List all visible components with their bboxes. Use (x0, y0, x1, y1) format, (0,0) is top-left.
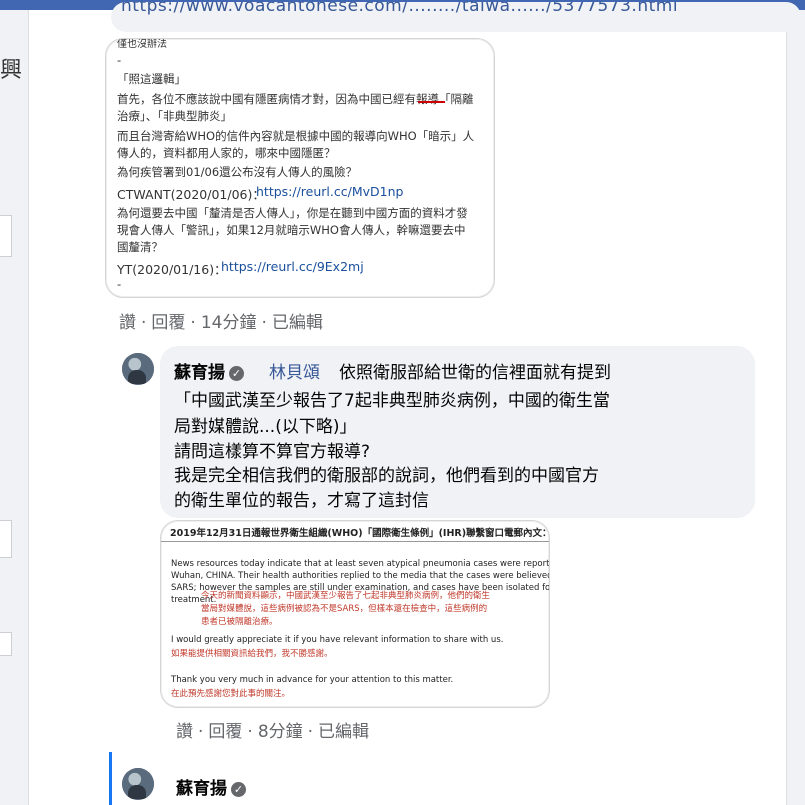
verified-badge-icon: ✓ (229, 366, 244, 381)
right-sidebar-edge (786, 10, 805, 805)
separator-dot: · (141, 313, 147, 333)
edited-label[interactable]: 已編輯 (318, 722, 369, 742)
timestamp-link[interactable]: 14分鐘 (201, 313, 257, 333)
reply-bubble: 蘇育揚 ✓ 林貝頌 依照衛服部給世衛的信裡面就有提到 「中國武漢至少報告了7起非典… (160, 346, 755, 518)
comment-thread: https://www.voacantonese.com/......../ta… (29, 2, 801, 805)
comment-image-screenshot[interactable]: 僅也沒辦法 - 「照這邏輯」 首先，各位不應該說中國有隱匿病情才對，因為中國已經… (105, 38, 495, 298)
image-text-line: - (117, 277, 122, 291)
avatar[interactable] (122, 353, 154, 385)
image-text-line: 國釐清？ (117, 240, 163, 254)
like-button[interactable]: 讚 (176, 722, 193, 742)
image-text-line: 僅也沒辦法 (117, 39, 167, 50)
reply-actions: 讚 · 回覆 · 8分鐘 · 已編輯 (176, 717, 369, 742)
reply-button[interactable]: 回覆 (151, 313, 185, 333)
left-sidebar-edge: 興 (0, 10, 29, 805)
reply-text-line: 請問這樣算不算官方報導? (174, 442, 371, 462)
image-text-line: 為何疾管署到01/06還公布沒有人傳人的風險？ (117, 165, 358, 179)
mention-link[interactable]: 林貝頌 (269, 358, 320, 383)
separator-dot: · (261, 313, 267, 333)
sidebar-partial-glyph: 興 (0, 58, 23, 83)
reply-text-line: 的衛生單位的報告，才寫了這封信 (174, 491, 429, 511)
separator-dot: · (307, 722, 314, 742)
separator-dot: · (198, 722, 204, 742)
image-english-line: I would greatly appreciate it if you hav… (171, 635, 504, 645)
avatar-silhouette (128, 785, 146, 799)
avatar[interactable] (122, 768, 154, 800)
image-text-link: https://reurl.cc/9Ex2mj (221, 259, 364, 274)
image-text-line: 「照這邏輯」 (117, 72, 186, 86)
timestamp-link[interactable]: 8分鐘 (258, 722, 303, 742)
image-text-line: 首先，各位不應該說中國有隱匿病情才對，因為中國已經有報導「隔離 (117, 92, 474, 106)
image-english-line: Thank you very much in advance for your … (171, 675, 454, 685)
image-chinese-line: 如果能提供相關資訊給我們，我不勝感謝。 (171, 649, 333, 659)
red-underline-mark (418, 101, 445, 103)
image-text-line: YT(2020/01/16)： (117, 262, 227, 277)
verified-badge-icon: ✓ (231, 782, 246, 797)
image-chinese-line: 在此預先感謝您對此事的關注。 (171, 689, 291, 699)
image-text-line: - (117, 53, 122, 67)
edited-label[interactable]: 已編輯 (272, 313, 323, 333)
reply-text-line: 「中國武漢至少報告了7起非典型肺炎病例，中國的衛生當 (174, 391, 610, 411)
image-text-line: 而且台灣寄給WHO的信件內容就是根據中國的報導向WHO「暗示」人 (117, 129, 475, 143)
separator-dot: · (190, 313, 196, 333)
comment-actions: 讚 · 回覆 · 14分鐘 · 已編輯 (119, 308, 323, 333)
sidebar-partial-box[interactable] (0, 520, 12, 558)
reply-text-line: 我是完全相信我們的衛服部的說詞，他們看到的中國官方 (174, 466, 599, 486)
image-english-line: News resources today indicate that at le… (171, 559, 550, 569)
image-chinese-line: 當局對媒體說，這些病例被認為不是SARS，但樣本還在檢查中，這些病例的 (201, 604, 488, 614)
link-comment-bubble: https://www.voacantonese.com/......../ta… (111, 2, 801, 32)
comment-link[interactable]: https://www.voacantonese.com/......../ta… (121, 2, 678, 16)
separator-dot: · (247, 722, 253, 742)
reply-text-line: 局對媒體說...(以下略)」 (174, 417, 357, 437)
reply-button[interactable]: 回覆 (208, 722, 242, 742)
image-chinese-line: 今天的新聞資料顯示，中國武漢至少報告了七起非典型肺炎病例，他們的衛生 (201, 591, 491, 601)
image-text-line: 為何還要去中國「釐清是否人傳人」，你是在聽到中國方面的資料才發 (117, 206, 468, 220)
highlight-bar (109, 752, 112, 805)
reply-author[interactable]: 蘇育揚 ✓ (174, 358, 244, 383)
image-divider (161, 541, 549, 542)
sidebar-partial-box[interactable] (0, 215, 12, 257)
image-text-line: 現會人傳人「警訊」，如果12月就暗示WHO會人傳人，幹嘛還要去中 (117, 223, 466, 237)
reply-author[interactable]: 蘇育揚 ✓ (176, 774, 246, 799)
image-text-line: 治療」、「非典型肺炎」 (117, 109, 232, 123)
image-english-line: Wuhan, CHINA. Their health authorities r… (171, 571, 550, 581)
image-title: 2019年12月31日通報世界衛生組織(WHO)「國際衛生條例」(IHR)聯繫窗… (170, 528, 550, 539)
sidebar-partial-box[interactable] (0, 632, 12, 656)
like-button[interactable]: 讚 (119, 313, 136, 333)
image-chinese-line: 患者已被隔離治療。 (201, 617, 278, 627)
reply-text-line: 依照衛服部給世衛的信裡面就有提到 (339, 363, 611, 383)
image-text-line: 傳人的，資料都用人家的，哪來中國隱匿？ (117, 146, 336, 160)
reply-image-screenshot[interactable]: 2019年12月31日通報世界衛生組織(WHO)「國際衛生條例」(IHR)聯繫窗… (160, 520, 550, 708)
avatar-silhouette (128, 370, 146, 384)
image-text-link: https://reurl.cc/MvD1np (256, 184, 404, 199)
image-text-line: CTWANT(2020/01/06)： (117, 187, 265, 202)
